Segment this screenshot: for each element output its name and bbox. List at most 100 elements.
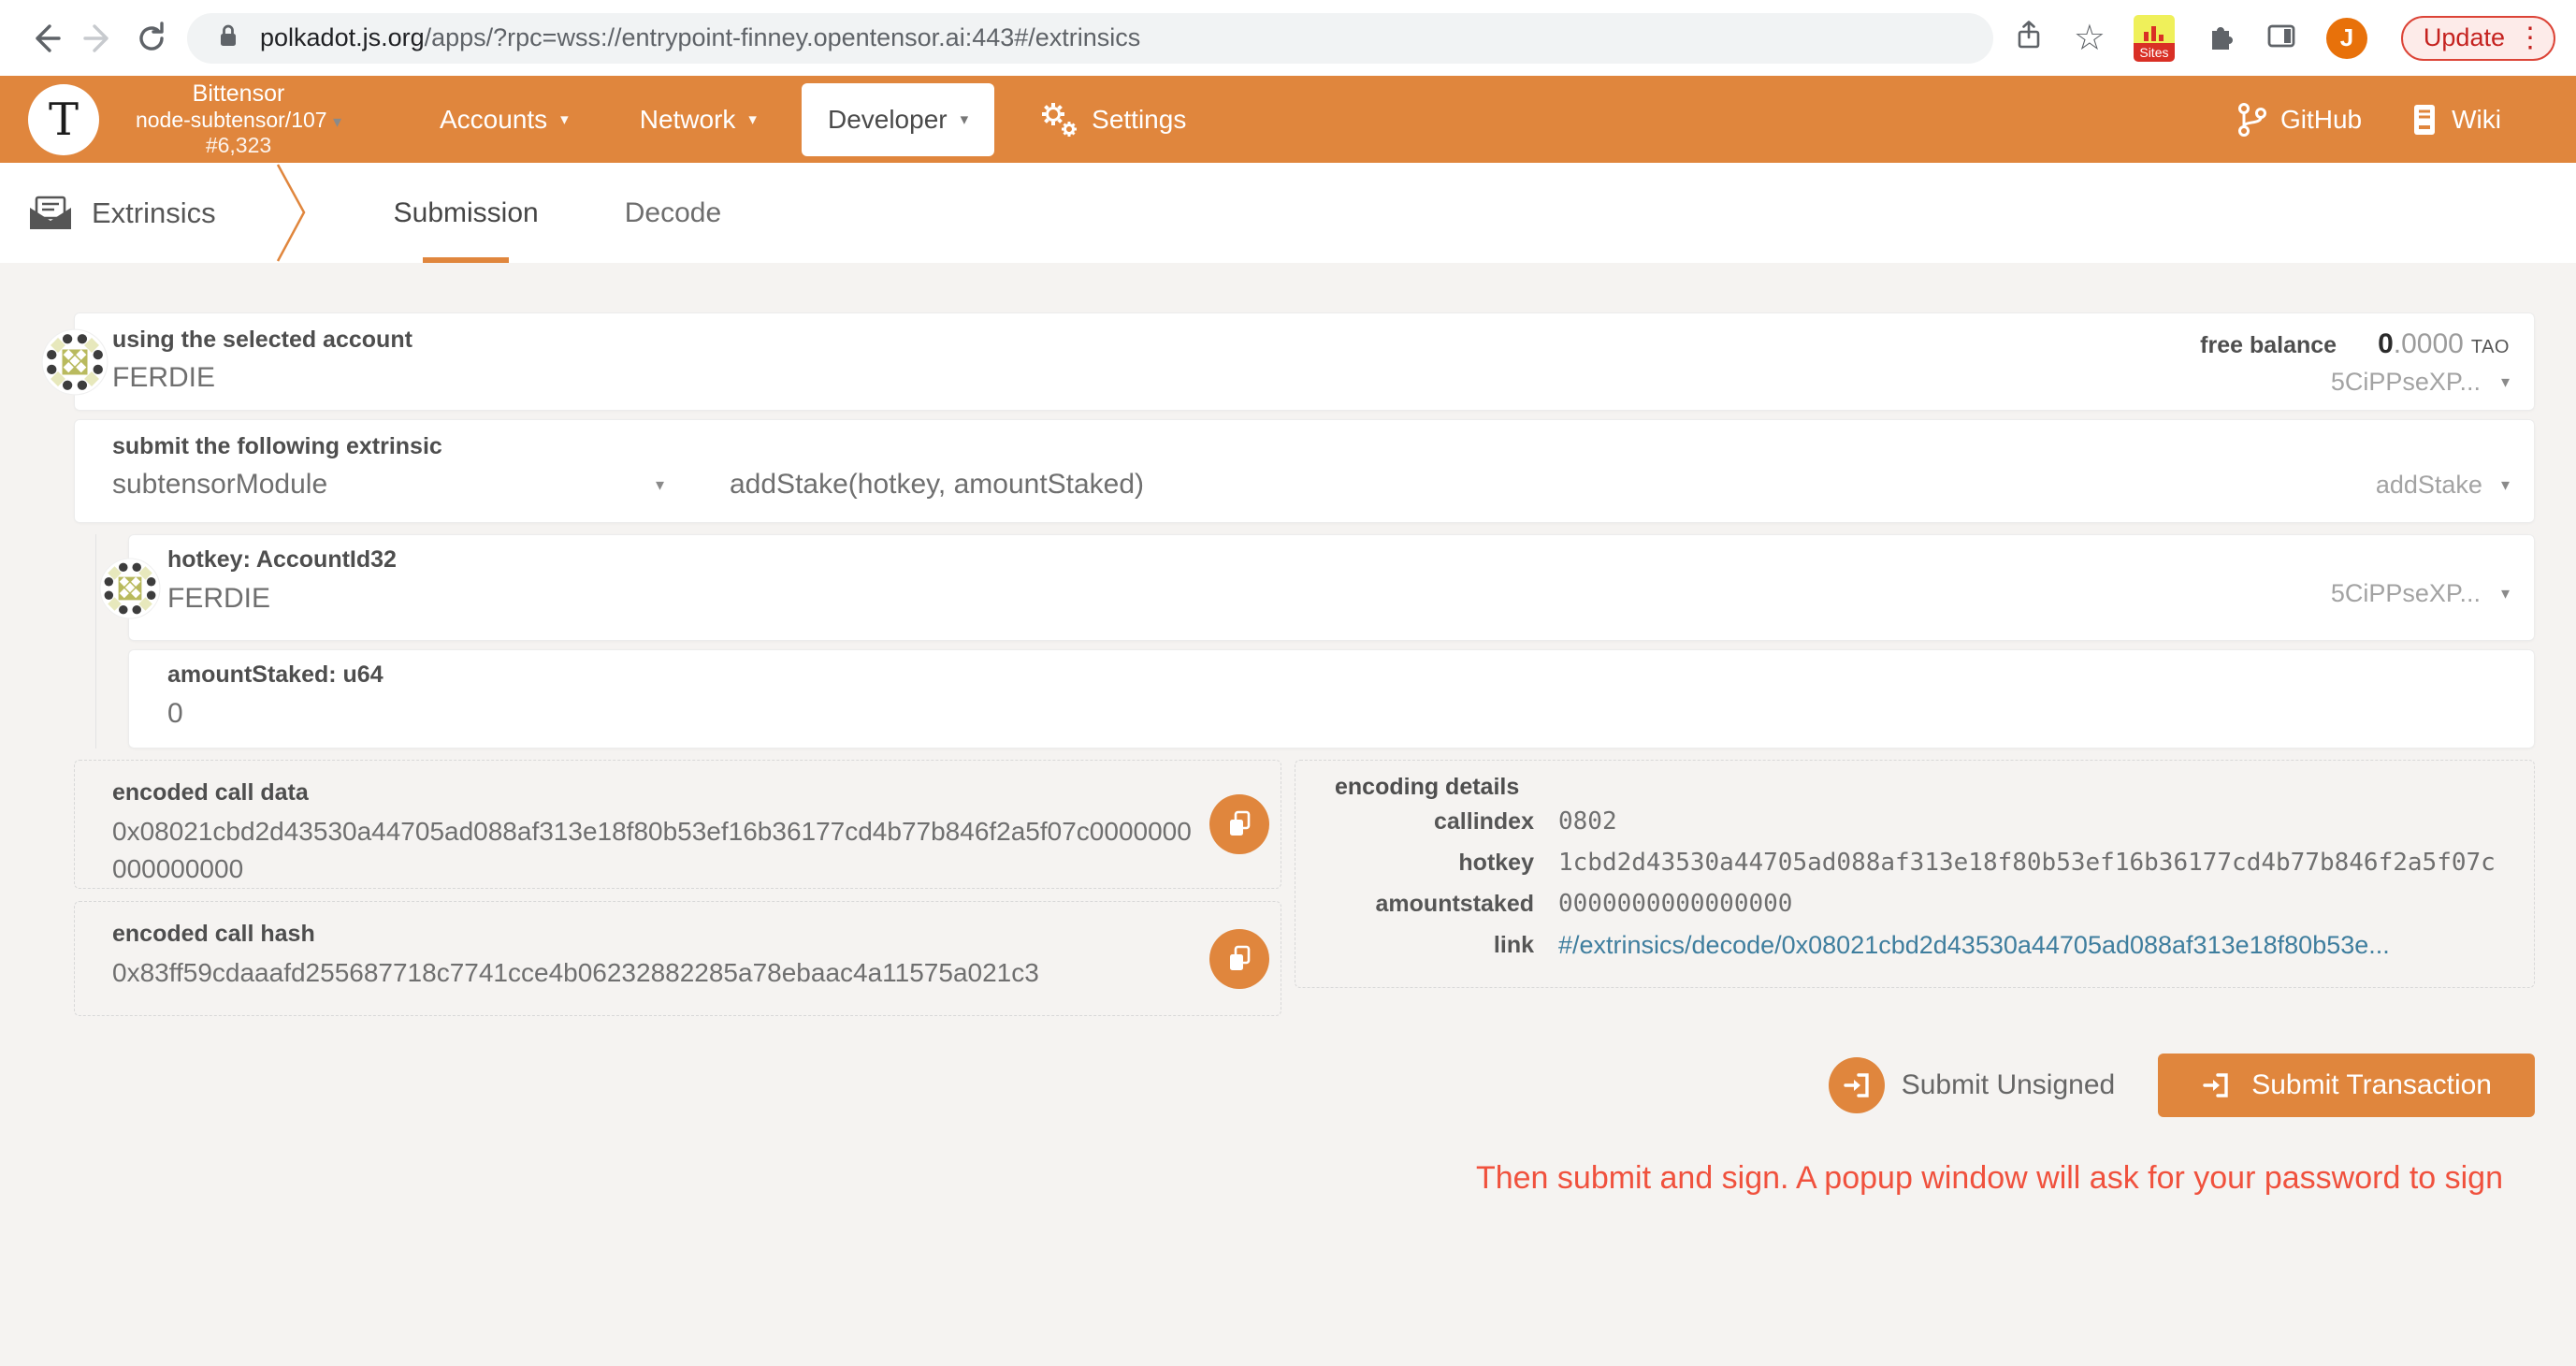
account-select-label: using the selected account (112, 327, 412, 354)
method-dropdown[interactable]: addStake ▾ (2376, 471, 2510, 500)
extrinsics-page: using the selected account FERDIE free b… (0, 263, 2576, 1366)
encoding-details-title: encoding details (1335, 774, 2534, 801)
profile-avatar[interactable]: J (2326, 18, 2367, 59)
sites-badge-label: Sites (2134, 43, 2175, 62)
detail-row-amountstaked: amountstaked 0000000000000000 (1295, 883, 2534, 924)
tab-decode[interactable]: Decode (625, 163, 721, 263)
copy-call-data-button[interactable] (1209, 794, 1269, 854)
chevron-down-icon: ▾ (2501, 584, 2510, 603)
bittensor-logo[interactable]: T (28, 84, 99, 155)
free-balance-value: 0.0000TAO (2378, 328, 2510, 360)
section-tab-bar: Extrinsics Submission Decode (0, 163, 2576, 263)
instruction-note: Then submit and sign. A popup window wil… (74, 1160, 2535, 1197)
pallet-name: subtensorModule (112, 469, 327, 501)
browser-action-icons: ☆ Sites J Update ⋮ (2012, 15, 2555, 62)
nav-accounts[interactable]: Accounts▾ (413, 83, 595, 156)
param-amount-input[interactable]: 0 (167, 698, 2510, 730)
hotkey-identicon (99, 558, 161, 619)
sites-chart-icon (2134, 15, 2175, 43)
account-identicon (41, 328, 109, 396)
extrinsic-select-card: submit the following extrinsic subtensor… (74, 419, 2535, 523)
encoded-call-hash-value: 0x83ff59cdaaafd255687718c7741cce4b062328… (112, 954, 1192, 992)
chevron-down-icon: ▾ (2501, 372, 2510, 392)
tabs: Submission Decode (394, 163, 721, 263)
extrinsic-params: hotkey: AccountId32 FERDIE 5CiPPseXP... … (95, 534, 2535, 748)
method-signature[interactable]: addStake(hotkey, amountStaked) (730, 469, 1144, 501)
network-node: node-subtensor/107 (136, 108, 327, 132)
account-address: 5CiPPseXP... (2331, 368, 2481, 397)
param-hotkey-label: hotkey: AccountId32 (167, 546, 397, 574)
github-link[interactable]: GitHub (2236, 101, 2362, 138)
book-icon (2410, 102, 2439, 138)
account-name: FERDIE (112, 362, 412, 394)
sites-extension-icon[interactable]: Sites (2134, 15, 2175, 62)
back-icon[interactable] (21, 12, 73, 65)
chevron-down-icon: ▾ (333, 112, 341, 131)
chevron-down-icon: ▾ (656, 475, 664, 495)
section-chevron-separator (272, 163, 311, 263)
pallet-dropdown[interactable]: subtensorModule ▾ (112, 469, 664, 501)
detail-row-callindex: callindex 0802 (1295, 801, 2534, 842)
section-head: Extrinsics (28, 196, 216, 231)
encoded-call-hash-box: encoded call hash 0x83ff59cdaaafd2556877… (74, 901, 1281, 1016)
main-nav: Accounts▾ Network▾ Developer▾ Settings (413, 83, 1212, 156)
outputs-row: encoded call data 0x08021cbd2d43530a4470… (74, 760, 2535, 1016)
nav-settings[interactable]: Settings (1013, 83, 1212, 156)
block-number: #6,323 (122, 133, 355, 158)
decode-link[interactable]: #/extrinsics/decode/0x08021cbd2d43530a44… (1558, 931, 2390, 960)
tab-submission[interactable]: Submission (394, 163, 539, 263)
section-title: Extrinsics (92, 196, 216, 230)
nav-developer[interactable]: Developer▾ (802, 83, 994, 156)
git-branch-icon (2236, 101, 2267, 138)
detail-row-hotkey: hotkey 1cbd2d43530a44705ad088af313e18f80… (1295, 842, 2534, 883)
extensions-puzzle-icon[interactable] (2203, 19, 2236, 57)
param-hotkey-value: FERDIE (167, 583, 397, 615)
chevron-down-icon: ▾ (560, 110, 569, 129)
actions-row: Submit Unsigned Submit Transaction (74, 1054, 2535, 1117)
detail-row-link: link #/extrinsics/decode/0x08021cbd2d435… (1295, 924, 2534, 966)
free-balance-label: free balance (2200, 332, 2337, 359)
chevron-down-icon: ▾ (748, 110, 757, 129)
param-hotkey-card[interactable]: hotkey: AccountId32 FERDIE 5CiPPseXP... … (128, 534, 2535, 641)
url-path: /apps/?rpc=wss://entrypoint-finney.opent… (425, 23, 1141, 51)
refresh-icon[interactable] (125, 12, 178, 65)
extrinsics-envelope-icon (28, 196, 73, 231)
account-address-dropdown[interactable]: 5CiPPseXP... ▾ (2331, 368, 2510, 397)
bookmark-star-icon[interactable]: ☆ (2074, 17, 2106, 59)
submit-unsigned-button[interactable]: Submit Unsigned (1829, 1057, 2115, 1113)
lock-icon (213, 21, 243, 55)
sign-in-icon (1829, 1057, 1885, 1113)
update-button[interactable]: Update ⋮ (2401, 16, 2555, 61)
more-menu-icon[interactable]: ⋮ (2516, 22, 2544, 54)
side-panel-icon[interactable] (2265, 19, 2298, 57)
address-bar[interactable]: polkadot.js.org/apps/?rpc=wss://entrypoi… (187, 13, 1993, 64)
chevron-down-icon: ▾ (961, 110, 969, 129)
method-short: addStake (2376, 471, 2482, 500)
sign-in-icon (2201, 1069, 2231, 1101)
copy-icon (1225, 944, 1253, 974)
encoded-call-data-value: 0x08021cbd2d43530a44705ad088af313e18f80b… (112, 813, 1192, 888)
submit-transaction-button[interactable]: Submit Transaction (2158, 1054, 2535, 1117)
param-amount-card: amountStaked: u64 0 (128, 649, 2535, 748)
param-amount-label: amountStaked: u64 (167, 661, 2510, 689)
forward-icon[interactable] (73, 12, 125, 65)
browser-toolbar: polkadot.js.org/apps/?rpc=wss://entrypoi… (0, 0, 2576, 76)
encoded-call-data-box: encoded call data 0x08021cbd2d43530a4470… (74, 760, 1281, 889)
account-select-card[interactable]: using the selected account FERDIE free b… (74, 312, 2535, 411)
encoded-call-data-label: encoded call data (112, 779, 309, 806)
hotkey-address: 5CiPPseXP... (2331, 579, 2481, 608)
url-text: polkadot.js.org/apps/?rpc=wss://entrypoi… (260, 23, 1140, 52)
share-icon[interactable] (2012, 19, 2046, 57)
wiki-link[interactable]: Wiki (2410, 102, 2501, 138)
nav-network[interactable]: Network▾ (614, 83, 783, 156)
encoded-call-hash-label: encoded call hash (112, 921, 315, 947)
copy-icon (1225, 809, 1253, 839)
network-selector[interactable]: Bittensor node-subtensor/107 ▾ #6,323 (122, 80, 355, 159)
encoding-details-box: encoding details callindex 0802 hotkey 1… (1295, 760, 2535, 988)
copy-call-hash-button[interactable] (1209, 929, 1269, 989)
extrinsic-select-label: submit the following extrinsic (112, 433, 2510, 460)
network-name: Bittensor (122, 80, 355, 109)
gear-icon (1039, 101, 1078, 138)
url-host: polkadot.js.org (260, 23, 425, 51)
hotkey-address-dropdown[interactable]: 5CiPPseXP... ▾ (2331, 546, 2510, 640)
